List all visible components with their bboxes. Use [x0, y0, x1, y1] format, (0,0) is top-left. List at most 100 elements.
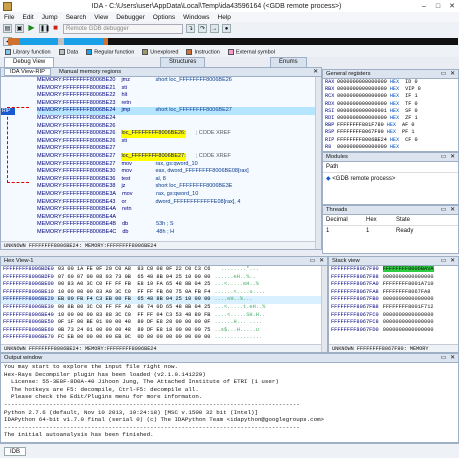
menu-windows[interactable]: Windows: [179, 14, 213, 21]
disasm-line[interactable]: MEMORY:FFFFFFFF8006BE27 loc_FFFFFFFF8006B…: [37, 152, 321, 161]
close-pane-icon[interactable]: ✕: [450, 154, 455, 160]
breakpoint-icon[interactable]: ●: [222, 24, 231, 33]
stack-list[interactable]: FFFFFFFF8067F90 FFFFFFFF8006BAVA FFFFFFFF8…: [329, 266, 458, 334]
maximize-button[interactable]: □: [431, 3, 445, 10]
hex-row[interactable]: FFFFFFFF8006BE60 0B 73 24 01 00 00 00 48 …: [1, 327, 327, 335]
step-into-icon[interactable]: ↴: [186, 24, 195, 33]
disasm-line[interactable]: MEMORY:FFFFFFFF8006BE22 hlt: [37, 92, 321, 100]
menu-view[interactable]: View: [90, 14, 112, 21]
menu-jump[interactable]: Jump: [38, 14, 62, 21]
register-row[interactable]: RBX 0000000000000000 HEX VIP 0: [323, 86, 458, 93]
stack-row[interactable]: FFFFFFFF8067FD0 0000000000000000: [329, 327, 458, 335]
module-row[interactable]: ◆ <GDB remote process>: [323, 173, 458, 184]
menu-search[interactable]: Search: [62, 14, 91, 21]
close-pane-icon[interactable]: ✕: [450, 207, 455, 213]
register-row[interactable]: RSI 0000000000000001 HEX SF 0: [323, 108, 458, 115]
disasm-line[interactable]: MEMORY:FFFFFFFF8006BE27: [37, 145, 321, 153]
output-text[interactable]: You may start to explore the input file …: [1, 363, 458, 439]
disasm-line[interactable]: MEMORY:FFFFFFFF8006BE4A: [37, 214, 321, 222]
stop-process-icon[interactable]: ■: [51, 24, 60, 33]
restore-icon[interactable]: ▭: [441, 71, 446, 77]
hex-row[interactable]: FFFFFFFF8006BE10 10 00 00 00 83 A0 3C C0 …: [1, 289, 327, 297]
close-pane-icon[interactable]: ✕: [450, 355, 455, 361]
register-row[interactable]: RCX 0000000000000000 HEX IF 1: [323, 93, 458, 100]
restore-icon[interactable]: ▭: [441, 154, 446, 160]
menu-options[interactable]: Options: [149, 14, 179, 21]
disasm-line[interactable]: MEMORY:FFFFFFFF8006BE24 jmp short loc_FFFF…: [37, 107, 321, 115]
minimize-button[interactable]: –: [417, 3, 431, 10]
stack-row[interactable]: FFFFFFFF8067F98 0000000000000000: [329, 274, 458, 282]
disasm-line[interactable]: MEMORY:FFFFFFFF8006BE43 or dword_FFFFFFFFF…: [37, 199, 321, 207]
manual-memory-regions-tab[interactable]: Manual memory regions: [54, 69, 126, 75]
register-row[interactable]: RDI 0000000000000000 HEX ZF 1: [323, 115, 458, 122]
hex-row[interactable]: FFFFFFFF8006BDE0 03 00 1A FE 0F 20 C0 A8 …: [1, 266, 327, 274]
register-row[interactable]: RBP FFFFFFFF801F780 HEX AF 0: [323, 122, 458, 129]
close-pane-icon[interactable]: ✕: [450, 258, 455, 264]
ida-view-title[interactable]: IDA View-RIP: [4, 68, 52, 76]
tab-debug-view[interactable]: Debug View: [4, 57, 55, 67]
register-row[interactable]: RAX 0000000000000000 HEX ID 0: [323, 79, 458, 86]
hex-row[interactable]: FFFFFFFF8006BE00 00 83 A0 3C C0 FF FF FB …: [1, 281, 327, 289]
disasm-line[interactable]: MEMORY:FFFFFFFF8006BE21 sti: [37, 85, 321, 93]
navigation-band[interactable]: [8, 38, 458, 45]
close-pane-icon[interactable]: ✕: [319, 258, 324, 264]
disasm-line[interactable]: MEMORY:FFFFFFFF8006BE4B db 53h ; S: [37, 221, 321, 229]
disasm-line[interactable]: MEMORY:FFFFFFFF8006BE26 sti: [37, 138, 321, 146]
disasm-line[interactable]: MEMORY:FFFFFFFF8006BE26 loc_FFFFFFFF8006B…: [37, 130, 321, 138]
disasm-line[interactable]: MEMORY:FFFFFFFF8006BE27 mov rax, gs:qword_…: [37, 161, 321, 169]
hex-dump[interactable]: FFFFFFFF8006BDE0 03 00 1A FE 0F 20 C0 A8 …: [1, 266, 327, 342]
col-decimal[interactable]: Decimal: [326, 217, 366, 223]
menu-edit[interactable]: Edit: [18, 14, 37, 21]
step-over-icon[interactable]: ↷: [198, 24, 207, 33]
tab-structures[interactable]: Structures: [160, 57, 206, 67]
disasm-line[interactable]: MEMORY:FFFFFFFF8006BE4A retn: [37, 206, 321, 214]
debugger-select[interactable]: Remote GDB debugger: [63, 23, 183, 34]
hex-row[interactable]: FFFFFFFF8006BE50 0F 1F 00 BE 01 00 00 48 …: [1, 319, 327, 327]
col-hex[interactable]: Hex: [366, 217, 396, 223]
thread-row[interactable]: 1 1 Ready: [323, 226, 458, 236]
hex-row[interactable]: FFFFFFFF8006BE30 00 8B 80 3C C0 FF FF A8 …: [1, 304, 327, 312]
disasm-line[interactable]: MEMORY:FFFFFFFF8006BE36 test al, 8: [37, 176, 321, 184]
col-state[interactable]: State: [396, 217, 410, 223]
disasm-line[interactable]: MEMORY:FFFFFFFF8006BE30 mov eax, dword_FFF…: [37, 168, 321, 176]
menu-help[interactable]: Help: [214, 14, 235, 21]
disasm-line[interactable]: MEMORY:FFFFFFFF8006BE24: [37, 115, 321, 123]
hex-row[interactable]: FFFFFFFF8006BDF0 07 60 07 00 08 03 73 0B …: [1, 274, 327, 282]
stack-row[interactable]: FFFFFFFF8067FC8 0000000000000000: [329, 319, 458, 327]
hex-view-scrollbar[interactable]: [321, 266, 327, 352]
stack-row[interactable]: FFFFFFFF8067FB0 0000000000000000: [329, 296, 458, 304]
hex-row[interactable]: FFFFFFFF8006BE20 EB 00 FB F4 C3 EB 00 FB …: [1, 296, 327, 304]
restore-icon[interactable]: ▭: [441, 355, 446, 361]
open-icon[interactable]: ▤: [3, 24, 12, 33]
pause-icon[interactable]: ❚❚: [39, 24, 50, 33]
run-to-cursor-icon[interactable]: →: [210, 24, 219, 33]
disasm-line[interactable]: MEMORY:FFFFFFFF8006BE38 jz short loc_FFFFF…: [37, 183, 321, 191]
disassembly-listing[interactable]: RIP MEMORY:FFFFFFFF8006BE20 jmz short loc_…: [1, 77, 321, 236]
stack-row[interactable]: FFFFFFFF8067FA0 FFFFFFFF8001A710: [329, 281, 458, 289]
close-pane-icon[interactable]: ✕: [313, 69, 318, 75]
restore-icon[interactable]: ▭: [441, 207, 446, 213]
restore-icon[interactable]: ▭: [310, 258, 315, 264]
menu-file[interactable]: File: [0, 14, 18, 21]
tab-enums[interactable]: Enums: [270, 57, 307, 67]
close-pane-icon[interactable]: ✕: [450, 71, 455, 77]
menu-debugger[interactable]: Debugger: [112, 14, 149, 21]
register-row[interactable]: RSP FFFFFFFF8067F90 HEX PF 1: [323, 129, 458, 136]
disasm-line[interactable]: MEMORY:FFFFFFFF8006BE26: [37, 123, 321, 131]
disasm-line[interactable]: MEMORY:FFFFFFFF8006BE3A mov rax, gs:qword_…: [37, 191, 321, 199]
hex-row[interactable]: FFFFFFFF8006BE40 10 00 00 00 83 88 3C C0 …: [1, 312, 327, 320]
close-button[interactable]: ✕: [445, 2, 459, 10]
modules-column-path[interactable]: Path: [323, 162, 458, 173]
restore-icon[interactable]: ▭: [441, 258, 446, 264]
save-icon[interactable]: ▣: [15, 24, 24, 33]
ida-view-scrollbar[interactable]: [315, 77, 321, 249]
stack-row[interactable]: FFFFFFFF8067FC0 0000000000000000: [329, 312, 458, 320]
stack-row[interactable]: FFFFFFFF8067FA8 FFFFFFFF8067FA8: [329, 289, 458, 297]
register-row[interactable]: RIP FFFFFFFF8006BE24 HEX CF 0: [323, 137, 458, 144]
start-process-icon[interactable]: ▶: [27, 24, 36, 33]
stack-row[interactable]: FFFFFFFF8067F90 FFFFFFFF8006BAVA: [329, 266, 458, 274]
disasm-line[interactable]: MEMORY:FFFFFFFF8006BE23 retn: [37, 100, 321, 108]
hex-row[interactable]: FFFFFFFF8006BE70 FC EB 00 00 00 90 EB 0C …: [1, 334, 327, 342]
idb-button[interactable]: IDB: [4, 446, 27, 456]
stack-row[interactable]: FFFFFFFF8067FB8 FFFFFFFF8001F712: [329, 304, 458, 312]
